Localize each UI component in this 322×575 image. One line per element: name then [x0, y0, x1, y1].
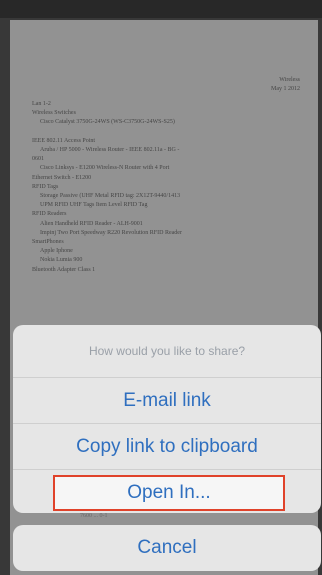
open-in-label: Open In...	[127, 482, 211, 503]
share-action-sheet: How would you like to share? E-mail link…	[13, 325, 321, 513]
open-in-button[interactable]: Open In...	[13, 470, 321, 513]
share-sheet-title: How would you like to share?	[13, 325, 321, 378]
copy-link-button[interactable]: Copy link to clipboard	[13, 424, 321, 470]
email-link-button[interactable]: E-mail link	[13, 378, 321, 424]
cancel-button[interactable]: Cancel	[13, 525, 321, 571]
document-peek-text: 7600 ... 0-1	[80, 513, 108, 519]
open-in-highlight: Open In...	[53, 475, 285, 511]
